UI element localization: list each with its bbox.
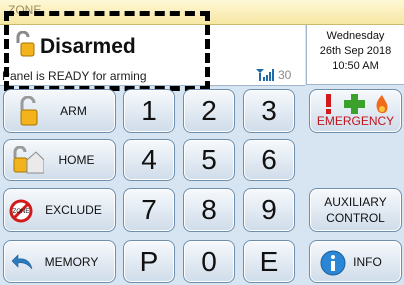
signal-bars-icon	[256, 69, 274, 81]
key-2-label: 2	[201, 95, 217, 126]
zone-header: ZONE	[0, 0, 404, 25]
auxiliary-control-button[interactable]: AUXILIARY CONTROL	[309, 188, 402, 232]
padlock-open-icon	[16, 31, 35, 57]
key-0[interactable]: 0	[183, 240, 235, 283]
emergency-label: EMERGENCY	[316, 114, 395, 128]
key-7[interactable]: 7	[123, 188, 175, 232]
arm-button[interactable]: ARM	[3, 89, 116, 133]
key-1-label: 1	[141, 95, 157, 126]
key-4[interactable]: 4	[123, 139, 175, 181]
time-text: 10:50 AM	[332, 60, 379, 72]
zone-badge-text: ZONE	[13, 209, 30, 215]
key-9[interactable]: 9	[243, 188, 295, 232]
key-e[interactable]: E	[243, 240, 295, 283]
key-p-label: P	[139, 245, 159, 277]
info-icon	[320, 250, 346, 276]
key-e-label: E	[259, 245, 279, 277]
key-p[interactable]: P	[123, 240, 175, 283]
key-5-label: 5	[201, 144, 217, 175]
key-7-label: 7	[141, 194, 157, 225]
emergency-icons	[326, 94, 388, 114]
date-time-panel: Wednesday 26th Sep 2018 10:50 AM	[306, 25, 404, 85]
zone-label: ZONE	[8, 3, 42, 17]
key-3[interactable]: 3	[243, 89, 295, 133]
key-0-label: 0	[201, 245, 217, 277]
auxiliary-label-line2: CONTROL	[326, 211, 385, 225]
key-9-label: 9	[261, 194, 277, 225]
weekday-text: Wednesday	[326, 30, 385, 42]
key-2[interactable]: 2	[183, 89, 235, 133]
key-8[interactable]: 8	[183, 188, 235, 232]
back-arrow-icon	[12, 254, 33, 270]
arm-label: ARM	[60, 104, 87, 118]
auxiliary-label-line1: AUXILIARY	[324, 195, 387, 209]
status-title: Disarmed	[40, 35, 136, 58]
signal-indicator: 30	[256, 67, 304, 82]
exclude-button[interactable]: ZONE EXCLUDE	[3, 188, 116, 232]
status-message: Panel is READY for arming	[2, 69, 147, 83]
key-6-label: 6	[261, 144, 277, 175]
info-label: INFO	[353, 254, 382, 269]
memory-button[interactable]: MEMORY	[3, 240, 116, 283]
key-6[interactable]: 6	[243, 139, 295, 181]
key-4-label: 4	[141, 144, 157, 175]
emergency-button[interactable]: EMERGENCY	[309, 89, 402, 133]
padlock-open-icon	[20, 96, 38, 126]
zone-exclude-icon: ZONE	[9, 199, 33, 223]
exclude-label: EXCLUDE	[45, 203, 102, 217]
signal-value: 30	[278, 68, 292, 82]
key-8-label: 8	[201, 194, 217, 225]
home-button[interactable]: HOME	[3, 139, 116, 181]
date-text: 26th Sep 2018	[319, 45, 392, 57]
info-button[interactable]: INFO	[309, 240, 402, 283]
security-panel-screen: ZONE Disarmed Panel is READY for arming …	[0, 0, 404, 285]
memory-label: MEMORY	[44, 254, 99, 269]
key-5[interactable]: 5	[183, 139, 235, 181]
auxiliary-control-label: AUXILIARY CONTROL	[324, 194, 386, 226]
home-label: HOME	[58, 153, 95, 167]
home-lock-icon	[13, 146, 44, 174]
key-1[interactable]: 1	[123, 89, 175, 133]
panic-exclamation-icon	[326, 94, 331, 107]
status-panel: Disarmed Panel is READY for arming 30	[0, 25, 305, 86]
key-3-label: 3	[261, 95, 277, 126]
